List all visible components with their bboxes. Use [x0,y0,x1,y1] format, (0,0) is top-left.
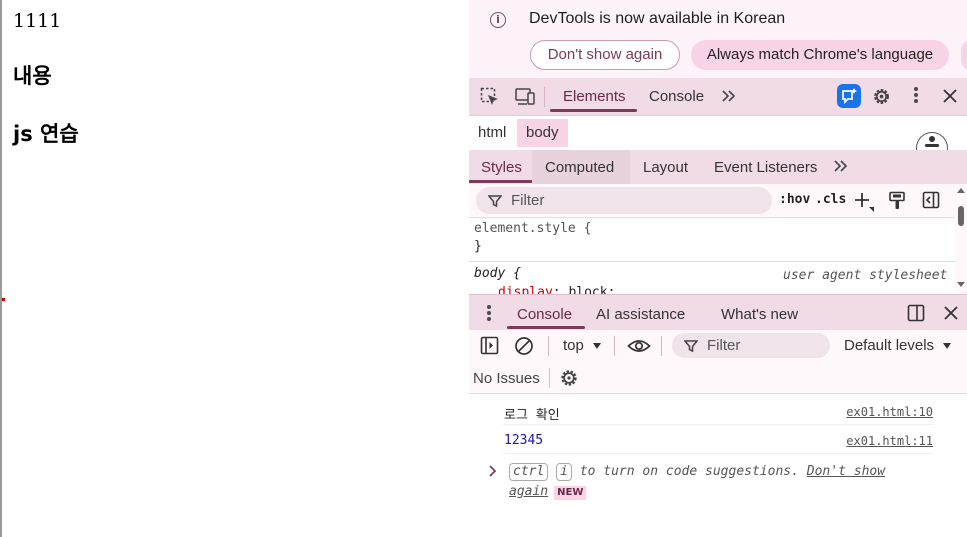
drawer-tab-whats-new[interactable]: What's new [721,306,798,323]
styles-subtabs: Styles Computed Layout Event Listeners [469,150,967,184]
key-ctrl: ctrl [509,463,549,481]
page-heading-1: 내용 [13,64,52,88]
toggle-sidebar-icon[interactable] [922,191,940,209]
styles-filter-placeholder: Filter [511,192,545,209]
styles-pane: element.style { } body { user agent styl… [469,218,955,294]
console-message: 12345 ex01.html:11 [503,426,933,454]
close-devtools-icon[interactable] [942,88,958,104]
drawer-tab-console[interactable]: Console [517,306,572,323]
close-drawer-icon[interactable] [943,305,959,321]
rule-source-label: user agent stylesheet [783,268,948,283]
more-tabs-icon[interactable] [721,89,737,103]
styles-filter-bar: Filter :hov .cls [469,184,967,218]
console-message: 로그 확인 ex01.html:10 [503,397,933,425]
console-sidebar-icon[interactable] [480,336,499,355]
new-style-rule-icon[interactable] [853,191,875,213]
paint-brush-icon[interactable] [888,191,906,211]
tab-layout[interactable]: Layout [643,159,688,176]
element-style-selector[interactable]: element.style { [474,221,591,236]
drawer-menu-icon[interactable] [487,305,491,321]
toolbar-divider [544,87,545,107]
console-source-link[interactable]: ex01.html:10 [846,405,933,419]
drawer-toolbar: Console AI assistance What's new [469,294,967,330]
key-i: i [556,463,572,481]
console-output: 로그 확인 ex01.html:10 12345 ex01.html:11 ct… [469,394,967,537]
hov-toggle-button[interactable]: :hov [779,192,810,207]
styles-filter-input[interactable]: Filter [476,187,772,214]
css-property: display [498,285,553,294]
context-dropdown-icon[interactable] [593,343,601,349]
console-settings-gear-icon[interactable] [559,368,579,388]
scroll-up-arrow[interactable] [957,188,965,193]
more-subtabs-icon[interactable] [833,159,849,173]
code-suggestion-hint[interactable]: ctrl i to turn on code suggestions. Don'… [509,462,929,502]
breadcrumb-body[interactable]: body [517,119,568,147]
tab-elements[interactable]: Elements [563,88,626,105]
log-levels-dropdown[interactable]: Default levels [844,337,934,354]
more-options-icon[interactable] [914,87,918,103]
drawer-tab-ai-assistance[interactable]: AI assistance [596,306,685,323]
cls-toggle-button[interactable]: .cls [815,192,846,207]
edge-marker [2,298,5,301]
console-tab-indicator [507,326,585,329]
device-toolbar-icon[interactable] [514,87,536,107]
page-text: 1111 [13,10,62,32]
dont-show-again-button[interactable]: Don't show again [530,40,680,70]
tab-event-listeners[interactable]: Event Listeners [714,159,817,176]
toolbar-divider [548,336,549,356]
tab-styles[interactable]: Styles [481,159,522,176]
css-value: : block; [552,285,616,294]
language-infobar: i DevTools is now available in Korean Do… [469,0,967,78]
console-source-link[interactable]: ex01.html:11 [846,434,933,448]
toolbar-divider [661,336,662,356]
live-expression-eye-icon[interactable] [627,338,651,354]
elements-tab-indicator [550,109,637,112]
ai-assistance-icon[interactable] [837,84,861,108]
tab-console[interactable]: Console [649,88,704,105]
css-declaration: display: block; [498,285,615,294]
dock-drawer-icon[interactable] [907,304,925,322]
console-prompt-chevron-icon [489,465,497,477]
styles-scrollbar[interactable] [955,184,967,294]
page-viewport: 1111 내용 js 연습 [0,0,469,537]
scroll-thumb[interactable] [958,206,964,226]
issues-count[interactable]: No Issues [473,370,540,387]
levels-dropdown-icon[interactable] [943,343,951,349]
element-style-close: } [474,239,482,254]
console-filter-placeholder: Filter [707,337,741,354]
console-message-text: 12345 [504,433,544,448]
match-language-button[interactable]: Always match Chrome's language [691,40,949,70]
devtools-panel: i DevTools is now available in Korean Do… [469,0,967,537]
context-selector[interactable]: top [563,337,584,354]
page-heading-2: js 연습 [13,122,79,146]
settings-gear-icon[interactable] [871,86,892,107]
body-rule-selector: body { [474,266,521,281]
issues-divider [549,368,550,388]
infobar-message: DevTools is now available in Korean [529,10,786,27]
main-toolbar: Elements Console [469,78,967,116]
console-filter-input[interactable]: Filter [672,333,830,358]
filter-icon [684,340,698,353]
info-icon: i [490,12,506,28]
infobar-overflow-button[interactable] [961,40,967,70]
tab-computed[interactable]: Computed [545,159,614,176]
styles-tab-indicator [469,180,532,183]
scroll-down-arrow[interactable] [957,282,965,287]
inspect-element-icon[interactable] [480,87,500,107]
filter-icon [488,195,502,208]
hint-text: to turn on code suggestions. [579,464,799,479]
console-message-text: 로그 확인 [504,408,560,423]
breadcrumb-html[interactable]: html [469,119,515,147]
rule-divider [469,261,955,262]
toolbar-divider [614,336,615,356]
issues-bar: No Issues [469,362,967,394]
console-toolbar: top Filter Default levels [469,330,967,362]
new-badge: NEW [554,486,587,500]
breadcrumb: html body [469,116,967,154]
clear-console-icon[interactable] [514,336,534,356]
